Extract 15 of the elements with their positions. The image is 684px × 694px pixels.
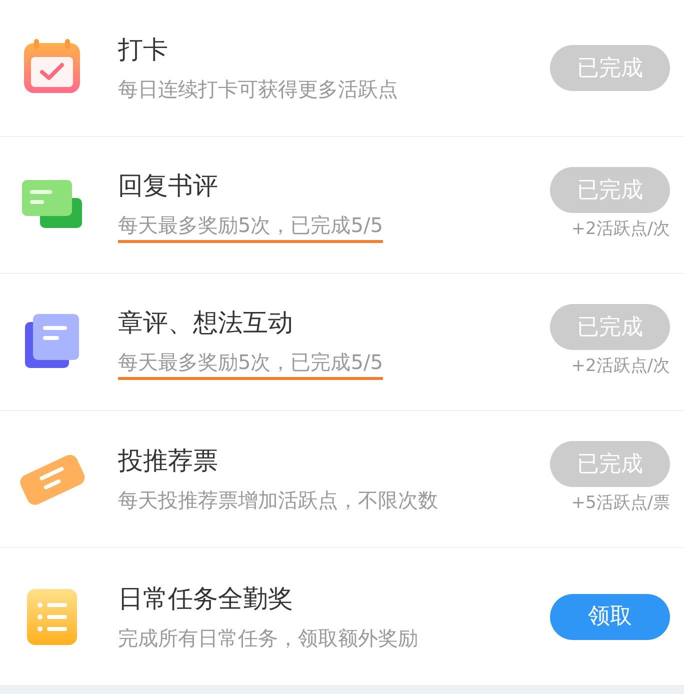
task-description: 每天最多奖励5次，已完成5/5 (118, 210, 383, 242)
reward-text: +5活跃点/票 (571, 492, 670, 516)
reward-text: +2活跃点/次 (571, 218, 670, 242)
task-description: 每日连续打卡可获得更多活跃点 (118, 76, 398, 103)
task-description: 完成所有日常任务，领取额外奖励 (118, 624, 418, 652)
task-title: 回复书评 (118, 170, 219, 202)
task-title: 打卡 (118, 34, 169, 66)
task-title: 日常任务全勤奖 (118, 582, 294, 614)
task-title: 投推荐票 (118, 445, 219, 477)
reward-text: +2活跃点/次 (571, 355, 670, 378)
task-description: 每天投推荐票增加活跃点，不限次数 (118, 487, 438, 514)
claim-button[interactable]: 领取 (550, 594, 670, 640)
task-title: 章评、想法互动 (118, 306, 294, 338)
task-description: 每天最多奖励5次，已完成5/5 (118, 346, 383, 380)
list-icon (25, 586, 79, 646)
